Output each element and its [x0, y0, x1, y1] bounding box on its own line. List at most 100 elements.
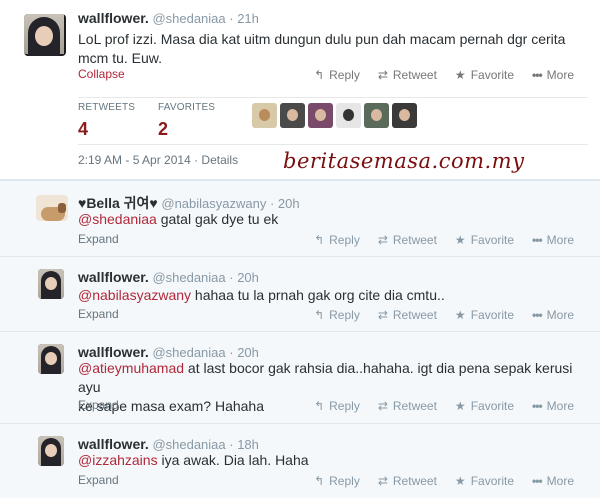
tweet-time[interactable]: · 20h [229, 270, 259, 285]
more-dots-icon: ••• [532, 474, 543, 488]
tweet-time[interactable]: · 20h [229, 345, 259, 360]
tweet-header: wallflower. @shedaniaa · 20h [78, 269, 259, 285]
retweet-icon: ⇄ [377, 399, 388, 413]
tweet-datetime[interactable]: 2:19 AM - 5 Apr 2014 · Details [78, 153, 238, 167]
avatar[interactable] [252, 103, 277, 128]
user-handle[interactable]: @shedaniaa [152, 270, 225, 285]
tweet-text: @izzahzains iya awak. Dia lah. Haha [78, 452, 309, 468]
tweet-time[interactable]: · 21h [229, 11, 259, 26]
reply-icon: ↰ [314, 474, 325, 488]
avatar[interactable] [38, 344, 64, 374]
avatar[interactable] [36, 195, 68, 221]
mention-link[interactable]: @shedaniaa [78, 211, 157, 227]
tweet-text: @shedaniaa gatal gak dye tu ek [78, 211, 279, 227]
retweet-button[interactable]: ⇄ Retweet [378, 68, 437, 82]
watermark: beritasemasa.com.my [283, 149, 525, 173]
reply-button[interactable]: ↰ Reply [314, 233, 360, 247]
star-icon: ★ [454, 233, 466, 247]
mention-link[interactable]: @nabilasyazwany [78, 287, 191, 303]
avatar[interactable] [392, 103, 417, 128]
avatar[interactable] [308, 103, 333, 128]
tweet-actions: ↰ Reply ⇄ Retweet ★ Favorite ••• More [314, 474, 574, 488]
reply-button[interactable]: ↰ Reply [314, 68, 360, 82]
reply-button[interactable]: ↰ Reply [314, 399, 360, 413]
favorite-button[interactable]: ★ Favorite [455, 399, 514, 413]
tweet-time[interactable]: · 18h [229, 437, 259, 452]
tweet-actions: ↰ Reply ⇄ Retweet ★ Favorite ••• More [314, 399, 574, 413]
favorite-button[interactable]: ★ Favorite [455, 308, 514, 322]
more-button[interactable]: ••• More [532, 399, 574, 413]
star-icon: ★ [454, 308, 466, 322]
favorite-button[interactable]: ★ Favorite [455, 474, 514, 488]
avatar[interactable] [38, 269, 64, 299]
user-handle[interactable]: @shedaniaa [152, 437, 225, 452]
avatar[interactable] [280, 103, 305, 128]
retweet-icon: ⇄ [377, 308, 388, 322]
tweet-actions: ↰ Reply ⇄ Retweet ★ Favorite ••• More [314, 308, 574, 322]
expand-link[interactable]: Expand [78, 307, 119, 321]
mention-link[interactable]: @atieymuhamad [78, 360, 184, 376]
reply-icon: ↰ [314, 399, 325, 413]
user-name[interactable]: wallflower. [78, 269, 149, 285]
tweet-text: @nabilasyazwany hahaa tu la prnah gak or… [78, 287, 445, 303]
favorites-stat[interactable]: FAVORITES 2 [158, 98, 215, 140]
star-icon: ★ [454, 399, 466, 413]
avatar[interactable] [336, 103, 361, 128]
retweet-button[interactable]: ⇄ Retweet [378, 233, 437, 247]
retweet-button[interactable]: ⇄ Retweet [378, 399, 437, 413]
reply-tweet[interactable]: ♥Bella 귀여♥ @nabilasyazwany · 20h @shedan… [0, 180, 600, 256]
tweet-actions: ↰ Reply ⇄ Retweet ★ Favorite ••• More [314, 233, 574, 247]
user-handle[interactable]: @nabilasyazwany [161, 196, 266, 211]
avatar[interactable] [364, 103, 389, 128]
favorite-button[interactable]: ★ Favorite [455, 233, 514, 247]
reply-button[interactable]: ↰ Reply [314, 474, 360, 488]
reply-tweet[interactable]: wallflower. @shedaniaa · 20h @nabilasyaz… [0, 256, 600, 331]
tweet-actions: ↰ Reply ⇄ Retweet ★ Favorite ••• More [314, 68, 574, 82]
user-handle[interactable]: @shedaniaa [152, 11, 225, 26]
more-button[interactable]: ••• More [532, 474, 574, 488]
user-name[interactable]: wallflower. [78, 344, 149, 360]
star-icon: ★ [454, 474, 466, 488]
retweet-icon: ⇄ [377, 68, 388, 82]
tweet-header: wallflower. @shedaniaa · 21h [78, 10, 259, 26]
tweet-stats: RETWEETS 4 FAVORITES 2 [78, 97, 588, 140]
tweet-header: wallflower. @shedaniaa · 20h [78, 344, 259, 360]
tweet-conversation: wallflower. @shedaniaa · 21h LoL prof iz… [0, 0, 600, 498]
reply-icon: ↰ [314, 233, 325, 247]
retweet-icon: ⇄ [377, 233, 388, 247]
avatar[interactable] [38, 436, 64, 466]
user-name[interactable]: wallflower. [78, 436, 149, 452]
collapse-link[interactable]: Collapse [78, 67, 125, 81]
mention-link[interactable]: @izzahzains [78, 452, 158, 468]
more-button[interactable]: ••• More [532, 233, 574, 247]
user-handle[interactable]: @shedaniaa [152, 345, 225, 360]
reply-icon: ↰ [314, 308, 325, 322]
more-dots-icon: ••• [532, 308, 543, 322]
retweet-button[interactable]: ⇄ Retweet [378, 308, 437, 322]
retweets-stat[interactable]: RETWEETS 4 [78, 98, 135, 140]
reply-tweet[interactable]: wallflower. @shedaniaa · 18h @izzahzains… [0, 423, 600, 498]
more-button[interactable]: ••• More [532, 68, 574, 82]
expand-link[interactable]: Expand [78, 232, 119, 246]
user-name[interactable]: ♥Bella 귀여♥ [78, 195, 158, 211]
reply-button[interactable]: ↰ Reply [314, 308, 360, 322]
expand-link[interactable]: Expand [78, 398, 119, 412]
more-dots-icon: ••• [532, 233, 543, 247]
more-dots-icon: ••• [532, 68, 543, 82]
reply-icon: ↰ [314, 68, 325, 82]
avatar[interactable] [24, 14, 66, 56]
expand-link[interactable]: Expand [78, 473, 119, 487]
tweet-text-line: LoL prof izzi. Masa dia kat uitm dungun … [78, 31, 566, 47]
more-button[interactable]: ••• More [532, 308, 574, 322]
tweet-header: wallflower. @shedaniaa · 18h [78, 436, 259, 452]
retweet-button[interactable]: ⇄ Retweet [378, 474, 437, 488]
more-dots-icon: ••• [532, 399, 543, 413]
tweet-text: LoL prof izzi. Masa dia kat uitm dungun … [78, 30, 588, 68]
tweet-meta: 2:19 AM - 5 Apr 2014 · Details beritasem… [78, 144, 588, 173]
tweet-time[interactable]: · 20h [270, 196, 300, 211]
main-tweet: wallflower. @shedaniaa · 21h LoL prof iz… [0, 0, 600, 180]
reply-tweet[interactable]: wallflower. @shedaniaa · 20h @atieymuham… [0, 331, 600, 423]
favorite-button[interactable]: ★ Favorite [455, 68, 514, 82]
tweet-text-line: mcm tu. Euw. [78, 50, 163, 66]
user-name[interactable]: wallflower. [78, 10, 149, 26]
